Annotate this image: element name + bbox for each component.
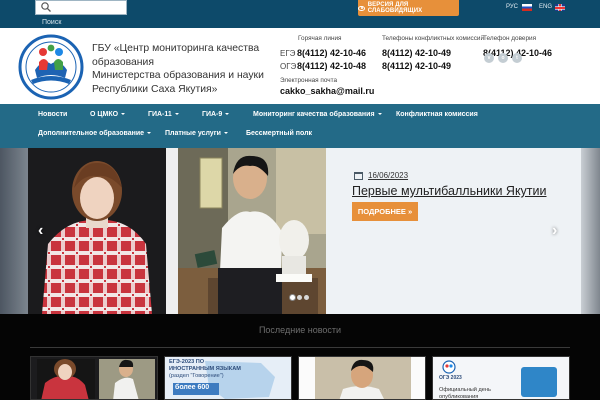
latest-news-section: Последние новости ЕГЭ-2023 ПО ИНОСТРАННЫ… [0, 314, 600, 400]
email-link[interactable]: cakko_sakha@mail.ru [280, 86, 374, 96]
nav-item-label: О ЦМКО [90, 111, 119, 118]
page: Поиск ВЕРСИЯ ДЛЯ СЛАБОВИДЯЩИХ РУС ENG ГБ… [0, 0, 600, 400]
slide-preview-right [581, 148, 600, 314]
news-card-text: ЕГЭ-2023 ПО [169, 359, 205, 365]
nav-item-label: Новости [38, 111, 68, 118]
chevron-down-icon [174, 113, 179, 116]
ok-icon[interactable]: o [498, 53, 508, 63]
nav-item-label: ГИА-9 [202, 111, 223, 118]
nav-item-paid-services[interactable]: Платные услуги [165, 130, 228, 137]
latest-news-heading: Последние новости [258, 325, 342, 335]
slide-preview-left [0, 148, 28, 314]
ege-hotline-phone[interactable]: 8(4112) 42-10-46 [297, 48, 366, 58]
news-card-image [31, 357, 157, 399]
news-card[interactable]: ОГЭ 2023 Официальный день опубликования [432, 356, 570, 400]
oge-prefix: ОГЭ [280, 62, 297, 71]
hotline-label: Горячая линия [298, 35, 342, 42]
org-name-line: ГБУ «Центр мониторинга качества [92, 43, 260, 54]
ege-prefix: ЕГЭ [280, 49, 296, 58]
conflict-phones-label: Телефоны конфликтных комиссий [382, 35, 485, 42]
news-card-text: Официальный день опубликования [439, 387, 491, 400]
vision-impaired-label: ВЕРСИЯ ДЛЯ СЛАБОВИДЯЩИХ [367, 2, 423, 14]
uk-flag-icon[interactable] [555, 4, 565, 11]
search-icon[interactable] [40, 1, 52, 13]
slide-photo-girl [28, 148, 166, 314]
nav-item-additional-education[interactable]: Дополнительное образование [38, 130, 152, 137]
nav-item-label: Конфликтная комиссия [396, 111, 478, 118]
russian-flag-icon[interactable] [522, 4, 532, 11]
news-card[interactable] [30, 356, 158, 400]
news-card-text: ИНОСТРАННЫМ ЯЗЫКАМ [169, 366, 241, 372]
chevron-down-icon [121, 113, 126, 116]
news-card-image [299, 357, 425, 399]
chevron-down-icon [377, 113, 382, 116]
chevron-down-icon [147, 132, 152, 135]
nav-item-gia11[interactable]: ГИА-11 [148, 111, 179, 118]
nav-item-label: Бессмертный полк [246, 130, 313, 137]
vision-impaired-button[interactable]: ВЕРСИЯ ДЛЯ СЛАБОВИДЯЩИХ [358, 0, 459, 16]
organization-logo[interactable] [17, 34, 85, 100]
chevron-down-icon [223, 132, 228, 135]
oge-logo-text: ОГЭ 2023 [439, 375, 462, 381]
read-more-button[interactable]: ПОДРОБНЕЕ » [352, 202, 418, 221]
email-label: Электронная почта [280, 77, 338, 84]
slide-date[interactable]: 16/06/2023 [368, 171, 408, 180]
conflict-phone[interactable]: 8(4112) 42-10-49 [382, 48, 451, 58]
news-slider: 16/06/2023 Первые мультибалльники Якутии… [0, 148, 600, 314]
org-name-line: образования [92, 56, 154, 68]
eye-icon [358, 5, 365, 11]
slider-dot[interactable] [297, 295, 302, 300]
nav-item-label: Дополнительное образование [38, 130, 145, 137]
org-name-line: Республики Саха Якутия» [92, 83, 218, 95]
slide-title-link[interactable]: Первые мультибалльники Якутии [352, 184, 547, 198]
search-label: Поиск [42, 19, 62, 26]
nav-item-immortal-regiment[interactable]: Бессмертный полк [246, 130, 312, 137]
chevron-down-icon [225, 113, 230, 116]
news-card[interactable]: ЕГЭ-2023 ПО ИНОСТРАННЫМ ЯЗЫКАМ (раздел "… [164, 356, 292, 400]
slider-dot[interactable] [290, 295, 295, 300]
news-card-big-text: более 600 [175, 384, 210, 391]
organization-name: ГБУ «Центр мониторинга качества образова… [92, 42, 282, 96]
nav-item-label: ГИА-11 [148, 111, 172, 118]
slide-photo-boy [178, 148, 326, 314]
lang-ru-link[interactable]: РУС [506, 4, 518, 10]
telegram-icon[interactable]: t [512, 53, 522, 63]
slider-dot[interactable] [304, 295, 309, 300]
trust-phone-label: Телефон доверия [483, 35, 537, 42]
chevron-right-icon[interactable]: › [552, 222, 557, 240]
news-card[interactable] [298, 356, 426, 400]
oge-hotline-phone[interactable]: 8(4112) 42-10-48 [297, 61, 366, 71]
divider [30, 347, 570, 348]
nav-item-label: Мониторинг качества образования [253, 111, 375, 118]
lang-en-link[interactable]: ENG [539, 4, 552, 10]
org-name-line: Министерства образования и науки [92, 70, 264, 82]
slide-caption-panel [326, 148, 581, 314]
chevron-left-icon[interactable]: ‹ [38, 222, 43, 240]
nav-item-about[interactable]: О ЦМКО [90, 111, 126, 118]
site-header: ГБУ «Центр мониторинга качества образова… [0, 28, 600, 104]
nav-item-quality-monitoring[interactable]: Мониторинг качества образования [253, 111, 382, 118]
nav-item-label: Платные услуги [165, 130, 221, 137]
nav-item-gia9[interactable]: ГИА-9 [202, 111, 230, 118]
vk-icon[interactable]: v [484, 53, 494, 63]
nav-item-conflict-commission[interactable]: Конфликтная комиссия [396, 111, 478, 118]
conflict-phone[interactable]: 8(4112) 42-10-49 [382, 61, 451, 71]
top-bar: Поиск ВЕРСИЯ ДЛЯ СЛАБОВИДЯЩИХ РУС ENG [0, 0, 600, 28]
main-navigation: Новости О ЦМКО ГИА-11 ГИА-9 Мониторинг к… [0, 104, 600, 148]
calendar-icon [354, 172, 363, 180]
slide-divider [166, 148, 178, 314]
news-card-text: (раздел "Говорение") [169, 373, 224, 379]
nav-item-news[interactable]: Новости [38, 111, 67, 118]
